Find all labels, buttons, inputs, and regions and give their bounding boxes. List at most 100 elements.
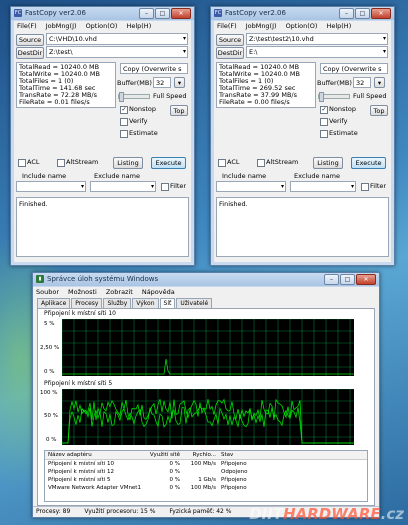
table-row[interactable]: VMware Network Adapter VMnet1 0 % 100 Mb/s… (45, 484, 367, 492)
col-usage[interactable]: Využití sítě (140, 451, 180, 459)
title-bar[interactable]: FC FastCopy ver2.06 – □ ✕ (211, 7, 394, 20)
tab-sit[interactable]: Síť (159, 298, 176, 308)
menu-moznosti[interactable]: Možnosti (68, 287, 97, 297)
copy-mode-select[interactable]: Copy (Overwrite s (320, 63, 388, 74)
table-row[interactable]: Připojení k místní síti 10 0 % 100 Mb/s Při… (45, 460, 367, 468)
chevron-down-icon[interactable]: ▾ (81, 182, 84, 191)
buffer-input[interactable]: 32 (153, 77, 171, 88)
minimize-button[interactable]: – (324, 274, 339, 285)
log-area[interactable]: Finished. (216, 197, 389, 257)
close-button[interactable]: ✕ (356, 274, 376, 285)
menu-help[interactable]: Help(H) (326, 21, 351, 31)
acl-checkbox[interactable] (18, 159, 26, 167)
speed-slider[interactable] (118, 92, 150, 102)
destdir-button[interactable]: DestDir (16, 47, 44, 59)
top-button[interactable]: Top (370, 105, 388, 116)
menu-zobrazit[interactable]: Zobrazit (106, 287, 133, 297)
altstream-checkbox[interactable] (57, 159, 65, 167)
acl-checkbox[interactable] (218, 159, 226, 167)
buffer-dropdown-button[interactable]: ▾ (374, 77, 385, 88)
chevron-down-icon[interactable]: ▾ (183, 47, 186, 57)
fastcopy-window-right[interactable]: FC FastCopy ver2.06 – □ ✕ File(F) JobMng… (210, 6, 395, 266)
fastcopy-window-left[interactable]: FC FastCopy ver2.06 – □ ✕ File(F) JobMng… (10, 6, 195, 266)
include-field[interactable]: ▾ (216, 181, 286, 192)
source-field[interactable]: Z:\test\test2\10.vhd ▾ (246, 33, 388, 45)
close-button[interactable]: ✕ (171, 8, 191, 19)
col-state[interactable]: Stav (218, 451, 291, 459)
chevron-down-icon[interactable]: ▾ (183, 34, 186, 44)
execute-button[interactable]: Execute (151, 157, 186, 169)
tab-vykon[interactable]: Výkon (132, 298, 159, 308)
estimate-checkbox[interactable] (320, 130, 328, 138)
fastcopy-app-icon: FC (14, 9, 22, 17)
altstream-checkbox[interactable] (257, 159, 265, 167)
graph2-tick-bottom: 0 % (46, 437, 57, 443)
verify-label: Verify (129, 117, 148, 125)
include-field[interactable]: ▾ (16, 181, 86, 192)
buffer-dropdown-button[interactable]: ▾ (174, 77, 185, 88)
source-button[interactable]: Source (216, 34, 244, 46)
chevron-down-icon[interactable]: ▾ (383, 47, 386, 57)
col-speed[interactable]: Rychlo... (180, 451, 218, 459)
estimate-checkbox[interactable] (120, 130, 128, 138)
tab-uzivatele[interactable]: Uživatelé (176, 298, 213, 308)
chevron-down-icon[interactable]: ▾ (383, 34, 386, 44)
copy-mode-select[interactable]: Copy (Overwrite s (120, 63, 188, 74)
menu-option[interactable]: Option(O) (286, 21, 318, 31)
chevron-down-icon[interactable]: ▾ (151, 182, 154, 191)
source-button[interactable]: Source (16, 34, 44, 46)
verify-checkbox[interactable] (320, 118, 328, 126)
minimize-button[interactable]: – (139, 8, 154, 19)
destdir-field[interactable]: E:\ ▾ (246, 46, 388, 58)
chevron-down-icon[interactable]: ▾ (351, 182, 354, 191)
minimize-button[interactable]: – (339, 8, 354, 19)
menu-jobmng[interactable]: JobMng(J) (246, 21, 277, 31)
title-bar[interactable]: FC FastCopy ver2.06 – □ ✕ (11, 7, 194, 20)
table-row[interactable]: Připojení k místní síti 12 0 % Odpojeno (45, 468, 367, 476)
close-button[interactable]: ✕ (371, 8, 391, 19)
graph2-tick-top: 100 % (40, 390, 58, 396)
menu-file[interactable]: File(F) (17, 21, 37, 31)
speed-slider[interactable] (318, 92, 350, 102)
menu-help[interactable]: Help(H) (126, 21, 151, 31)
top-button[interactable]: Top (170, 105, 188, 116)
log-area[interactable]: Finished. (16, 197, 189, 257)
listing-button[interactable]: Listing (313, 157, 343, 169)
slider-handle[interactable] (119, 92, 124, 102)
menu-soubor[interactable]: Soubor (36, 287, 59, 297)
tab-sluzby[interactable]: Služby (103, 298, 132, 308)
cell-adapter: Připojení k místní síti 5 (48, 477, 111, 483)
col-adapter[interactable]: Název adaptéru (45, 451, 140, 459)
stat-file-rate: FileRate = 0.00 files/s (219, 98, 290, 106)
chevron-down-icon[interactable]: ▾ (281, 182, 284, 191)
menu-napoveda[interactable]: Nápověda (142, 287, 175, 297)
verify-checkbox[interactable] (120, 118, 128, 126)
destdir-button[interactable]: DestDir (216, 47, 244, 59)
cell-usage: 0 % (169, 469, 180, 475)
source-field[interactable]: C:\VHD\10.vhd ▾ (46, 33, 188, 45)
execute-button[interactable]: Execute (351, 157, 386, 169)
include-label: Include name (22, 172, 67, 180)
title-bar[interactable]: ▮ Správce úloh systému Windows – □ ✕ (33, 273, 379, 286)
task-manager-window[interactable]: ▮ Správce úloh systému Windows – □ ✕ Sou… (32, 272, 380, 518)
menu-jobmng[interactable]: JobMng(J) (46, 21, 77, 31)
transfer-stats: TotalRead = 10240.0 MB TotalWrite = 1024… (16, 62, 116, 108)
menu-file[interactable]: File(F) (217, 21, 237, 31)
maximize-button[interactable]: □ (155, 8, 170, 19)
filter-checkbox[interactable] (161, 183, 169, 191)
table-row[interactable]: Připojení k místní síti 5 0 % 1 Gb/s Připoj… (45, 476, 367, 484)
listing-button[interactable]: Listing (113, 157, 143, 169)
nonstop-checkbox[interactable]: ✓ (320, 106, 328, 114)
maximize-button[interactable]: □ (340, 274, 355, 285)
maximize-button[interactable]: □ (355, 8, 370, 19)
tab-procesy[interactable]: Procesy (71, 298, 103, 308)
destdir-field[interactable]: Z:\test\ ▾ (46, 46, 188, 58)
tab-aplikace[interactable]: Aplikace (37, 298, 71, 308)
menu-option[interactable]: Option(O) (86, 21, 118, 31)
exclude-field[interactable]: ▾ (290, 181, 356, 192)
nonstop-checkbox[interactable]: ✓ (120, 106, 128, 114)
buffer-input[interactable]: 32 (353, 77, 371, 88)
slider-handle[interactable] (319, 92, 324, 102)
filter-checkbox[interactable] (361, 183, 369, 191)
exclude-field[interactable]: ▾ (90, 181, 156, 192)
